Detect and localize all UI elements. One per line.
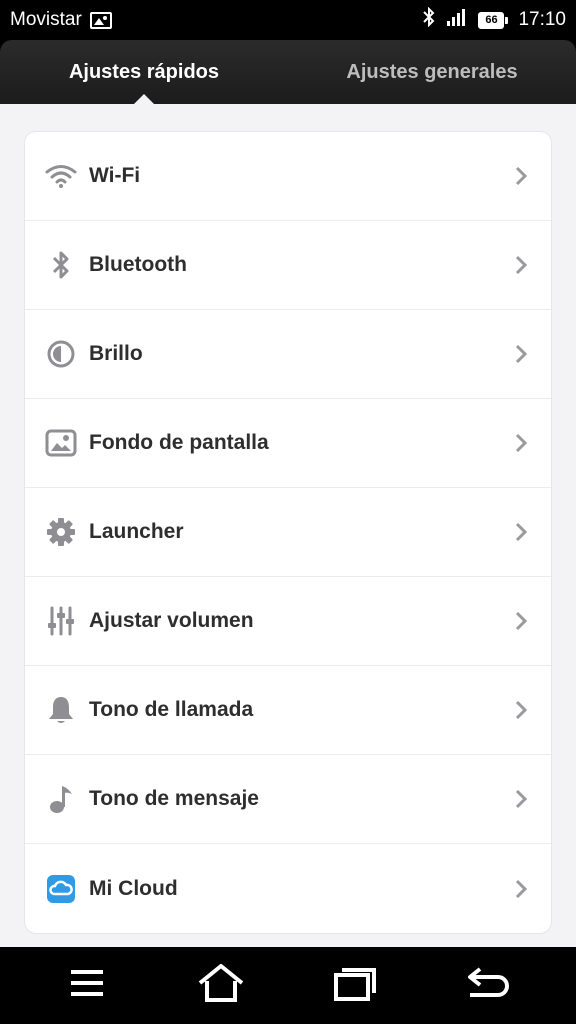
settings-content: Wi-Fi Bluetooth Brillo Fondo de pantalla… [0, 104, 576, 947]
setting-item-fondo-de-pantalla[interactable]: Fondo de pantalla [25, 399, 551, 488]
clock: 17:10 [518, 9, 566, 30]
setting-item-ajustar-volumen[interactable]: Ajustar volumen [25, 577, 551, 666]
status-bar: Movistar 66 17:10 [0, 0, 576, 40]
setting-label: Tono de llamada [89, 698, 254, 721]
setting-item-launcher[interactable]: Launcher [25, 488, 551, 577]
bluetooth-icon [45, 249, 77, 281]
chevron-right-icon [511, 700, 531, 720]
tab-ajustes-rapidos[interactable]: Ajustes rápidos [0, 40, 288, 104]
back-icon [466, 965, 512, 1006]
chevron-right-icon [511, 166, 531, 186]
tab-ajustes-generales[interactable]: Ajustes generales [288, 40, 576, 104]
setting-item-mi-cloud[interactable]: Mi Cloud [25, 844, 551, 933]
cloud-icon [45, 873, 77, 905]
music-note-icon [45, 783, 77, 815]
setting-item-tono-de-mensaje[interactable]: Tono de mensaje [25, 755, 551, 844]
sliders-icon [45, 605, 77, 637]
setting-label: Wi-Fi [89, 164, 141, 187]
chevron-right-icon [511, 789, 531, 809]
home-button[interactable] [185, 956, 257, 1016]
recents-icon [333, 965, 377, 1006]
back-button[interactable] [453, 956, 525, 1016]
setting-label: Ajustar volumen [89, 609, 254, 632]
chevron-right-icon [511, 879, 531, 899]
tab-label: Ajustes rápidos [68, 60, 220, 83]
setting-item-tono-de-llamada[interactable]: Tono de llamada [25, 666, 551, 755]
chevron-right-icon [511, 522, 531, 542]
bell-icon [45, 694, 77, 726]
setting-item-brillo[interactable]: Brillo [25, 310, 551, 399]
signal-icon [446, 8, 468, 32]
setting-label: Tono de mensaje [89, 787, 259, 810]
bluetooth-icon [422, 6, 436, 33]
chevron-right-icon [511, 344, 531, 364]
battery-icon: 66 [478, 11, 509, 29]
setting-item-wifi[interactable]: Wi-Fi [25, 132, 551, 221]
battery-level: 66 [478, 11, 505, 29]
recents-button[interactable] [319, 956, 391, 1016]
wifi-icon [45, 160, 77, 192]
tab-label: Ajustes generales [346, 60, 518, 83]
tab-bar: Ajustes rápidos Ajustes generales [0, 40, 576, 104]
gear-icon [45, 516, 77, 548]
brightness-icon [45, 338, 77, 370]
wallpaper-icon [45, 427, 77, 459]
menu-button[interactable] [51, 956, 123, 1016]
chevron-right-icon [511, 611, 531, 631]
setting-label: Mi Cloud [89, 876, 178, 900]
navigation-bar [0, 947, 576, 1024]
chevron-right-icon [511, 433, 531, 453]
setting-label: Bluetooth [89, 253, 187, 276]
setting-item-bluetooth[interactable]: Bluetooth [25, 221, 551, 310]
carrier-name: Movistar [10, 9, 82, 30]
menu-icon [69, 968, 105, 1003]
setting-label: Fondo de pantalla [89, 431, 269, 454]
setting-label: Brillo [89, 342, 143, 365]
home-icon [197, 963, 245, 1008]
settings-list: Wi-Fi Bluetooth Brillo Fondo de pantalla… [24, 131, 552, 934]
chevron-right-icon [511, 255, 531, 275]
setting-label: Launcher [89, 520, 184, 543]
image-notification-icon [89, 11, 112, 29]
